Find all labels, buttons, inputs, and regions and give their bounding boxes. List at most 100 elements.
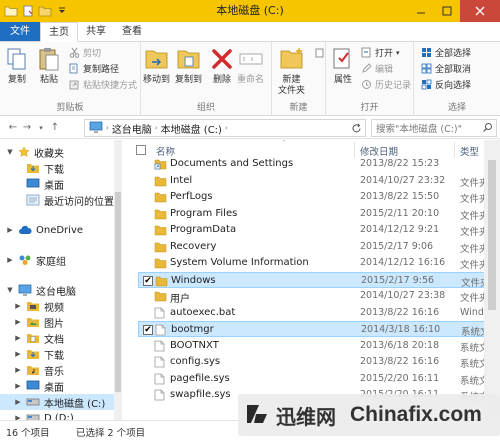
move-to-button[interactable]: 移动到 — [143, 45, 170, 86]
refresh-icon[interactable] — [349, 121, 363, 135]
drive-icon — [26, 396, 40, 408]
tab-home[interactable]: 主页 — [40, 22, 78, 42]
open-button[interactable]: 打开 ▾ — [360, 46, 400, 59]
row-checkbox[interactable]: ✔ — [143, 275, 153, 286]
nav-item-label: 下载 — [44, 350, 64, 362]
paste-button[interactable]: 粘贴 — [36, 45, 62, 86]
file-row[interactable]: Program Files 2015/2/11 20:10 文件夹 — [138, 206, 500, 222]
nav-item-label: 视频 — [44, 302, 64, 314]
clipboard-group: 复制 粘贴 剪切 复制路径 粘贴快捷方式 剪贴板 — [0, 42, 141, 116]
cut-button[interactable]: 剪切 — [68, 46, 101, 59]
edit-button[interactable]: 编辑 — [360, 62, 393, 75]
customize-toolbar-icon[interactable] — [55, 4, 69, 18]
new-folder-icon[interactable] — [38, 4, 52, 18]
picture-folder-icon — [26, 316, 40, 328]
file-row[interactable]: autoexec.bat 2013/8/22 16:16 Windows — [138, 305, 500, 321]
back-button[interactable]: ← — [6, 120, 20, 136]
row-checkbox[interactable]: ✔ — [143, 325, 153, 335]
copy-to-button[interactable]: 复制到 — [175, 45, 202, 86]
file-row[interactable]: BOOTNXT 2013/6/18 20:18 系统文件 — [138, 338, 500, 354]
nav-item[interactable]: ▶ 家庭组 — [0, 252, 114, 268]
copy-button[interactable]: 复制 — [4, 45, 30, 86]
scrollbar-thumb[interactable] — [488, 160, 496, 310]
rename-button[interactable]: 重命名 — [237, 45, 264, 86]
breadcrumb-separator-icon: › — [154, 124, 158, 132]
search-input[interactable]: 搜索"本地磁盘 (C:)" — [371, 119, 497, 137]
expanded-chevron-icon[interactable]: ▼ — [6, 148, 14, 156]
new-folder-button[interactable]: 新建 文件夹 — [278, 45, 305, 97]
navigation-bar: ← → ▾ ↑ › 这台电脑 › 本地磁盘 (C:) › 搜索"本地磁盘 (C:… — [0, 117, 500, 139]
breadcrumb-local-disk[interactable]: 本地磁盘 (C:) — [161, 121, 222, 136]
collapsed-chevron-icon[interactable]: ▶ — [14, 302, 22, 310]
breadcrumb-this-pc[interactable]: 这台电脑 — [112, 121, 152, 136]
collapsed-chevron-icon[interactable]: ▶ — [14, 334, 22, 342]
file-row[interactable]: System Volume Information 2014/12/12 16:1… — [138, 255, 500, 271]
new-item-dropdown[interactable] — [314, 46, 326, 59]
file-row[interactable]: pagefile.sys 2015/2/20 16:11 系统文件 — [138, 371, 500, 387]
select-all-checkbox[interactable] — [136, 145, 146, 155]
select-all-button[interactable]: 全部选择 — [420, 46, 471, 59]
collapsed-chevron-icon[interactable]: ▶ — [14, 398, 22, 406]
nav-item[interactable]: ▶ D (D:) — [0, 410, 114, 420]
nav-item[interactable]: 最近访问的位置 — [0, 192, 114, 208]
file-row[interactable]: Recovery 2015/2/17 9:06 文件夹 — [138, 239, 500, 255]
arrow-up-icon: ↑ — [50, 122, 60, 133]
nav-item[interactable]: ▶ 图片 — [0, 314, 114, 330]
forward-button[interactable]: → — [20, 120, 34, 136]
collapsed-chevron-icon[interactable]: ▶ — [6, 226, 14, 234]
navigation-pane-scrollbar[interactable] — [114, 140, 122, 420]
nav-item[interactable]: ▼ 这台电脑 — [0, 282, 114, 298]
up-button[interactable]: ↑ — [48, 120, 62, 136]
file-list-scrollbar[interactable] — [484, 140, 500, 420]
minimize-button[interactable] — [408, 0, 434, 22]
collapsed-chevron-icon[interactable]: ▶ — [14, 318, 22, 326]
shortcut-folder-icon — [154, 158, 167, 170]
tab-share[interactable]: 共享 — [78, 22, 114, 41]
file-row[interactable]: ProgramData 2014/12/12 9:21 文件夹 — [138, 222, 500, 238]
tab-file[interactable]: 文件 — [0, 22, 40, 41]
nav-item[interactable]: 桌面 — [0, 176, 114, 192]
collapsed-chevron-icon[interactable]: ▶ — [14, 366, 22, 374]
file-row[interactable]: ✔ Windows 2015/2/17 9:56 文件夹 — [138, 271, 500, 289]
file-row[interactable]: ✔ bootmgr 2014/3/18 16:10 系统文件 — [138, 321, 500, 338]
nav-item-label: 这台电脑 — [36, 286, 76, 298]
nav-item[interactable]: ▶ 视频 — [0, 298, 114, 314]
file-row[interactable]: PerfLogs 2013/8/22 15:50 文件夹 — [138, 189, 500, 205]
expanded-chevron-icon[interactable]: ▼ — [6, 286, 14, 294]
file-row[interactable]: config.sys 2013/8/22 16:16 系统文件 — [138, 354, 500, 370]
file-row[interactable]: Intel 2014/10/27 23:32 文件夹 — [138, 173, 500, 189]
collapsed-chevron-icon[interactable]: ▶ — [14, 382, 22, 390]
copy-path-button[interactable]: 复制路径 — [68, 62, 119, 75]
close-button[interactable] — [460, 0, 500, 22]
collapsed-chevron-icon[interactable]: ▶ — [14, 350, 22, 358]
history-button[interactable]: 历史记录 — [360, 78, 411, 91]
recent-locations-button[interactable]: ▾ — [34, 120, 48, 136]
invert-selection-button[interactable]: 反向选择 — [420, 78, 471, 91]
nav-item[interactable]: 下载 — [0, 160, 114, 176]
properties-icon[interactable] — [21, 4, 35, 18]
file-row[interactable]: Documents and Settings 2013/8/22 15:23 — [138, 156, 500, 172]
paste-shortcut-button[interactable]: 粘贴快捷方式 — [68, 78, 137, 91]
nav-item[interactable]: ▶ 下载 — [0, 346, 114, 362]
folder-icon — [154, 224, 167, 236]
file-name: swapfile.sys — [170, 389, 231, 400]
tab-view[interactable]: 查看 — [114, 22, 150, 41]
chevron-down-icon: ▾ — [396, 48, 400, 57]
nav-item[interactable]: ▶ 文档 — [0, 330, 114, 346]
nav-item[interactable]: ▶ 桌面 — [0, 378, 114, 394]
collapsed-chevron-icon[interactable]: ▶ — [6, 256, 14, 264]
nav-item[interactable]: ▶ OneDrive — [0, 222, 114, 238]
scrollbar-thumb[interactable] — [115, 192, 121, 392]
properties-button[interactable]: 属性 — [330, 45, 356, 86]
desktop-icon — [26, 380, 40, 392]
file-row[interactable]: 用户 2014/10/27 23:38 文件夹 — [138, 288, 500, 305]
edit-icon — [360, 63, 372, 75]
select-none-button[interactable]: 全部取消 — [420, 62, 471, 75]
maximize-button[interactable] — [434, 0, 460, 22]
address-bar[interactable]: › 这台电脑 › 本地磁盘 (C:) › — [84, 119, 366, 137]
delete-button[interactable]: 删除 — [209, 45, 235, 86]
nav-item[interactable]: ▼ 收藏夹 — [0, 144, 114, 160]
folder-icon[interactable] — [4, 4, 18, 18]
nav-item[interactable]: ▶ 本地磁盘 (C:) — [0, 394, 114, 410]
nav-item[interactable]: ▶ 音乐 — [0, 362, 114, 378]
